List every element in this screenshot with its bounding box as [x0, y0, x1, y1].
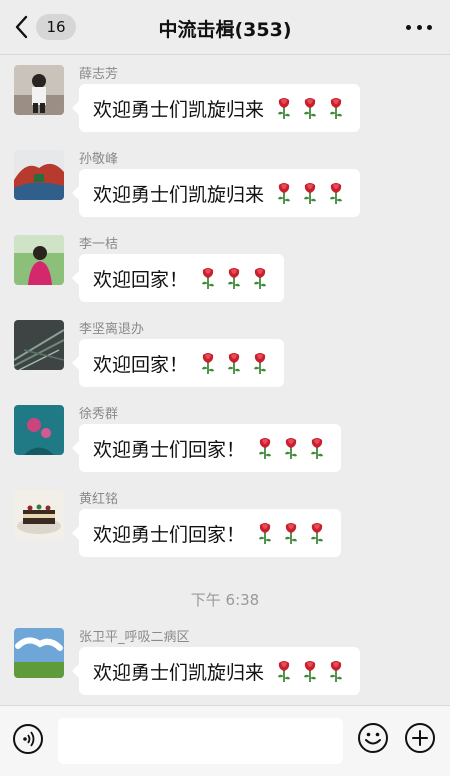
- rose-icon: [300, 659, 320, 683]
- rose-icon: [300, 181, 320, 205]
- rose-icon: [274, 96, 294, 120]
- message-item: 张卫平_呼吸二病区 欢迎勇士们凯旋归来: [14, 626, 440, 698]
- message-item: 徐秀群 欢迎勇士们回家！: [14, 403, 440, 475]
- rose-icon: [255, 521, 275, 545]
- message-item: 孙敬峰 欢迎勇士们凯旋归来: [14, 148, 440, 220]
- message-timestamp: 下午 6:38: [190, 591, 260, 609]
- message-text: 欢迎回家！: [93, 353, 189, 376]
- input-bar: [0, 705, 450, 776]
- rose-emojis: [268, 181, 346, 205]
- message-bubble[interactable]: 欢迎勇士们回家！: [71, 509, 342, 557]
- rose-icon: [224, 266, 244, 290]
- message-bubble[interactable]: 欢迎勇士们凯旋归来: [71, 84, 361, 132]
- sender-name: 徐秀群: [79, 407, 119, 422]
- message-input[interactable]: [58, 718, 343, 764]
- rose-icon: [250, 266, 270, 290]
- message-text: 欢迎勇士们回家！: [93, 438, 246, 461]
- sender-name: 李坚离退办: [79, 322, 145, 337]
- rose-icon: [274, 181, 294, 205]
- avatar[interactable]: [14, 628, 64, 678]
- rose-icon: [326, 659, 346, 683]
- rose-icon: [250, 351, 270, 375]
- rose-emojis: [192, 266, 270, 290]
- message-text: 欢迎勇士们凯旋归来: [93, 661, 265, 684]
- message-item: 李坚离退办 欢迎回家！: [14, 318, 440, 390]
- message-bubble[interactable]: 欢迎回家！: [71, 254, 285, 302]
- rose-emojis: [268, 96, 346, 120]
- message-text: 欢迎勇士们回家！: [93, 523, 246, 546]
- rose-icon: [300, 96, 320, 120]
- rose-icon: [255, 436, 275, 460]
- avatar[interactable]: [14, 65, 64, 115]
- avatar[interactable]: [14, 235, 64, 285]
- rose-icon: [307, 436, 327, 460]
- more-options-button[interactable]: [406, 20, 432, 34]
- message-text: 欢迎勇士们凯旋归来: [93, 98, 265, 121]
- voice-icon: [23, 731, 35, 747]
- rose-emojis: [249, 521, 327, 545]
- rose-emojis: [192, 351, 270, 375]
- sender-name: 张卫平_呼吸二病区: [79, 630, 190, 645]
- rose-icon: [198, 351, 218, 375]
- chat-header: 16 中流击楫(353): [0, 0, 450, 55]
- rose-icon: [307, 521, 327, 545]
- rose-emojis: [268, 659, 346, 683]
- message-bubble[interactable]: 欢迎勇士们回家！: [71, 424, 342, 472]
- message-bubble[interactable]: 欢迎勇士们凯旋归来: [71, 169, 361, 217]
- rose-icon: [326, 96, 346, 120]
- message-text: 欢迎勇士们凯旋归来: [93, 183, 265, 206]
- emoji-icon[interactable]: [357, 722, 389, 754]
- sender-name: 李一桔: [79, 237, 119, 252]
- rose-icon: [281, 521, 301, 545]
- sender-name: 孙敬峰: [79, 152, 119, 167]
- rose-icon: [281, 436, 301, 460]
- avatar[interactable]: [14, 150, 64, 200]
- plus-icon[interactable]: [404, 722, 436, 754]
- sender-name: 黄红铭: [79, 492, 119, 507]
- message-text: 欢迎回家！: [93, 268, 189, 291]
- voice-button[interactable]: [13, 724, 43, 754]
- avatar[interactable]: [14, 405, 64, 455]
- rose-icon: [326, 181, 346, 205]
- message-bubble[interactable]: 欢迎勇士们凯旋归来: [71, 647, 361, 695]
- message-bubble[interactable]: 欢迎回家！: [71, 339, 285, 387]
- sender-name: 薛志芳: [79, 67, 119, 82]
- rose-icon: [274, 659, 294, 683]
- avatar[interactable]: [14, 320, 64, 370]
- message-item: 李一桔 欢迎回家！: [14, 233, 440, 305]
- message-item: 黄红铭 欢迎勇士们回家！: [14, 488, 440, 560]
- rose-emojis: [249, 436, 327, 460]
- more-dots-icon: [406, 24, 411, 30]
- rose-icon: [198, 266, 218, 290]
- message-item: 薛志芳 欢迎勇士们凯旋归来: [14, 63, 440, 135]
- avatar[interactable]: [14, 490, 64, 540]
- chat-title: 中流击楫(353): [158, 19, 292, 41]
- rose-icon: [224, 351, 244, 375]
